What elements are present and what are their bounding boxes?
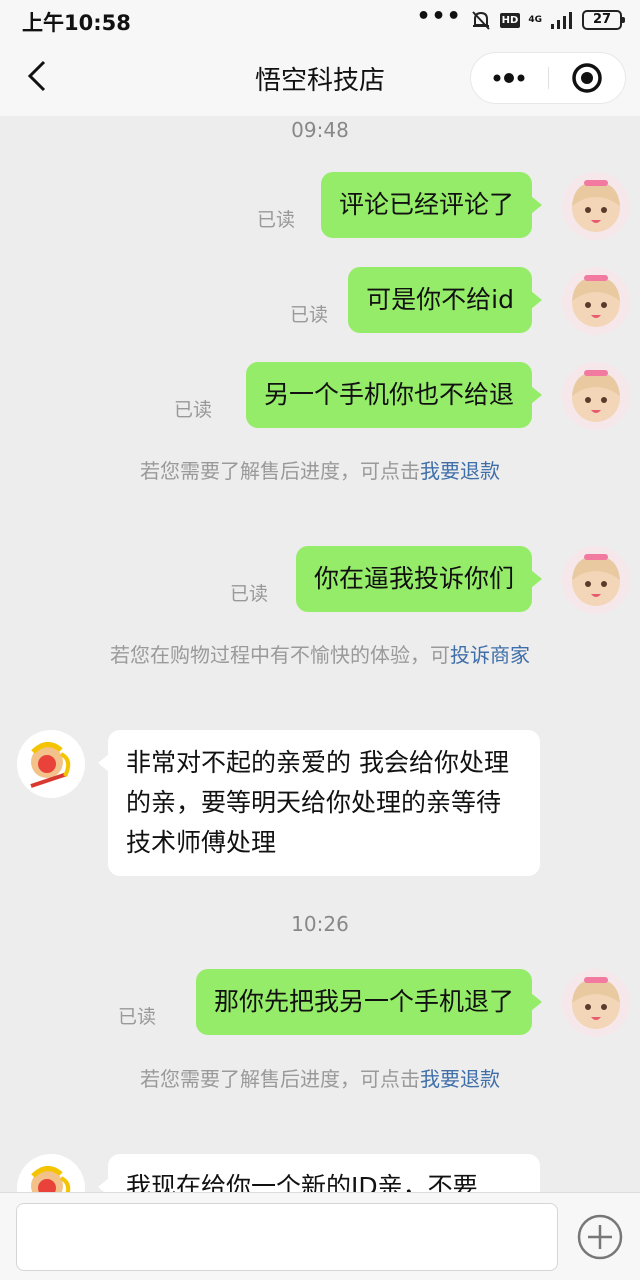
- avatar[interactable]: [562, 362, 630, 430]
- anime-girl-avatar-icon: [562, 267, 630, 335]
- read-receipt: 已读: [117, 1006, 156, 1028]
- avatar[interactable]: [562, 546, 630, 614]
- battery-indicator: 27: [582, 10, 625, 30]
- mini-program-capsule: [470, 52, 626, 104]
- message-bubble[interactable]: 那你先把我另一个手机退了: [195, 969, 543, 1035]
- avatar[interactable]: [562, 267, 630, 335]
- hd-badge: HD: [499, 12, 521, 28]
- read-receipt: 已读: [256, 209, 295, 231]
- read-receipt: 已读: [289, 304, 328, 326]
- timestamp: 10:26: [291, 912, 349, 936]
- chat-area[interactable]: 09:48 已读 评论已经评论了 已读 可是你不给id 已读 另一个手机你也不给…: [0, 116, 640, 1192]
- network-type: 4G: [528, 15, 542, 25]
- shop-avatar[interactable]: [17, 1154, 85, 1192]
- more-dots-icon: [493, 73, 525, 83]
- target-circle-icon: [572, 63, 602, 93]
- timestamp: 09:48: [291, 118, 349, 142]
- complaint-notice-text: 若您在购物过程中有不愉快的体验，可: [110, 643, 450, 667]
- refund-link[interactable]: 我要退款: [420, 1067, 500, 1091]
- message-bubble[interactable]: 你在逼我投诉你们: [295, 546, 543, 612]
- read-receipt: 已读: [229, 583, 268, 605]
- message-bubble[interactable]: 我现在给你一个新的ID亲，不要: [98, 1154, 540, 1192]
- anime-girl-avatar-icon: [562, 362, 630, 430]
- status-time: 上午10:58: [22, 11, 131, 35]
- refund-notice-text: 若您需要了解售后进度，可点击: [140, 459, 420, 483]
- refund-notice: 若您需要了解售后进度，可点击我要退款: [0, 455, 640, 484]
- input-bar: [0, 1192, 640, 1280]
- anime-girl-avatar-icon: [562, 172, 630, 240]
- avatar[interactable]: [562, 969, 630, 1037]
- mute-bell-icon: [471, 11, 490, 30]
- message-bubble[interactable]: 非常对不起的亲爱的 我会给你处理的亲，要等明天给你处理的亲等待技术师傅处理: [98, 730, 540, 876]
- message-input[interactable]: [16, 1203, 558, 1271]
- message-bubble[interactable]: 评论已经评论了: [320, 172, 543, 238]
- more-notifications-icon: •••: [416, 4, 462, 29]
- chat-header: 悟空科技店: [0, 40, 640, 116]
- plus-circle-icon[interactable]: [576, 1213, 624, 1261]
- read-receipt: 已读: [173, 399, 212, 421]
- refund-notice-text: 若您需要了解售后进度，可点击: [140, 1067, 420, 1091]
- complaint-link[interactable]: 投诉商家: [450, 643, 530, 667]
- avatar[interactable]: [562, 172, 630, 240]
- monkey-king-avatar-icon: [17, 730, 85, 798]
- message-bubble[interactable]: 另一个手机你也不给退: [245, 362, 543, 428]
- complaint-notice: 若您在购物过程中有不愉快的体验，可投诉商家: [0, 639, 640, 668]
- close-button[interactable]: [549, 53, 626, 103]
- status-icons: ••• HD 4G 27: [416, 4, 625, 32]
- message-bubble[interactable]: 可是你不给id: [348, 267, 542, 333]
- status-bar: 上午10:58 ••• HD 4G 27: [0, 0, 640, 40]
- refund-link[interactable]: 我要退款: [420, 459, 500, 483]
- refund-notice: 若您需要了解售后进度，可点击我要退款: [0, 1063, 640, 1092]
- menu-button[interactable]: [471, 53, 548, 103]
- signal-icon: [551, 12, 572, 29]
- monkey-king-avatar-icon: [17, 1154, 85, 1192]
- shop-avatar[interactable]: [17, 730, 85, 798]
- anime-girl-avatar-icon: [562, 546, 630, 614]
- anime-girl-avatar-icon: [562, 969, 630, 1037]
